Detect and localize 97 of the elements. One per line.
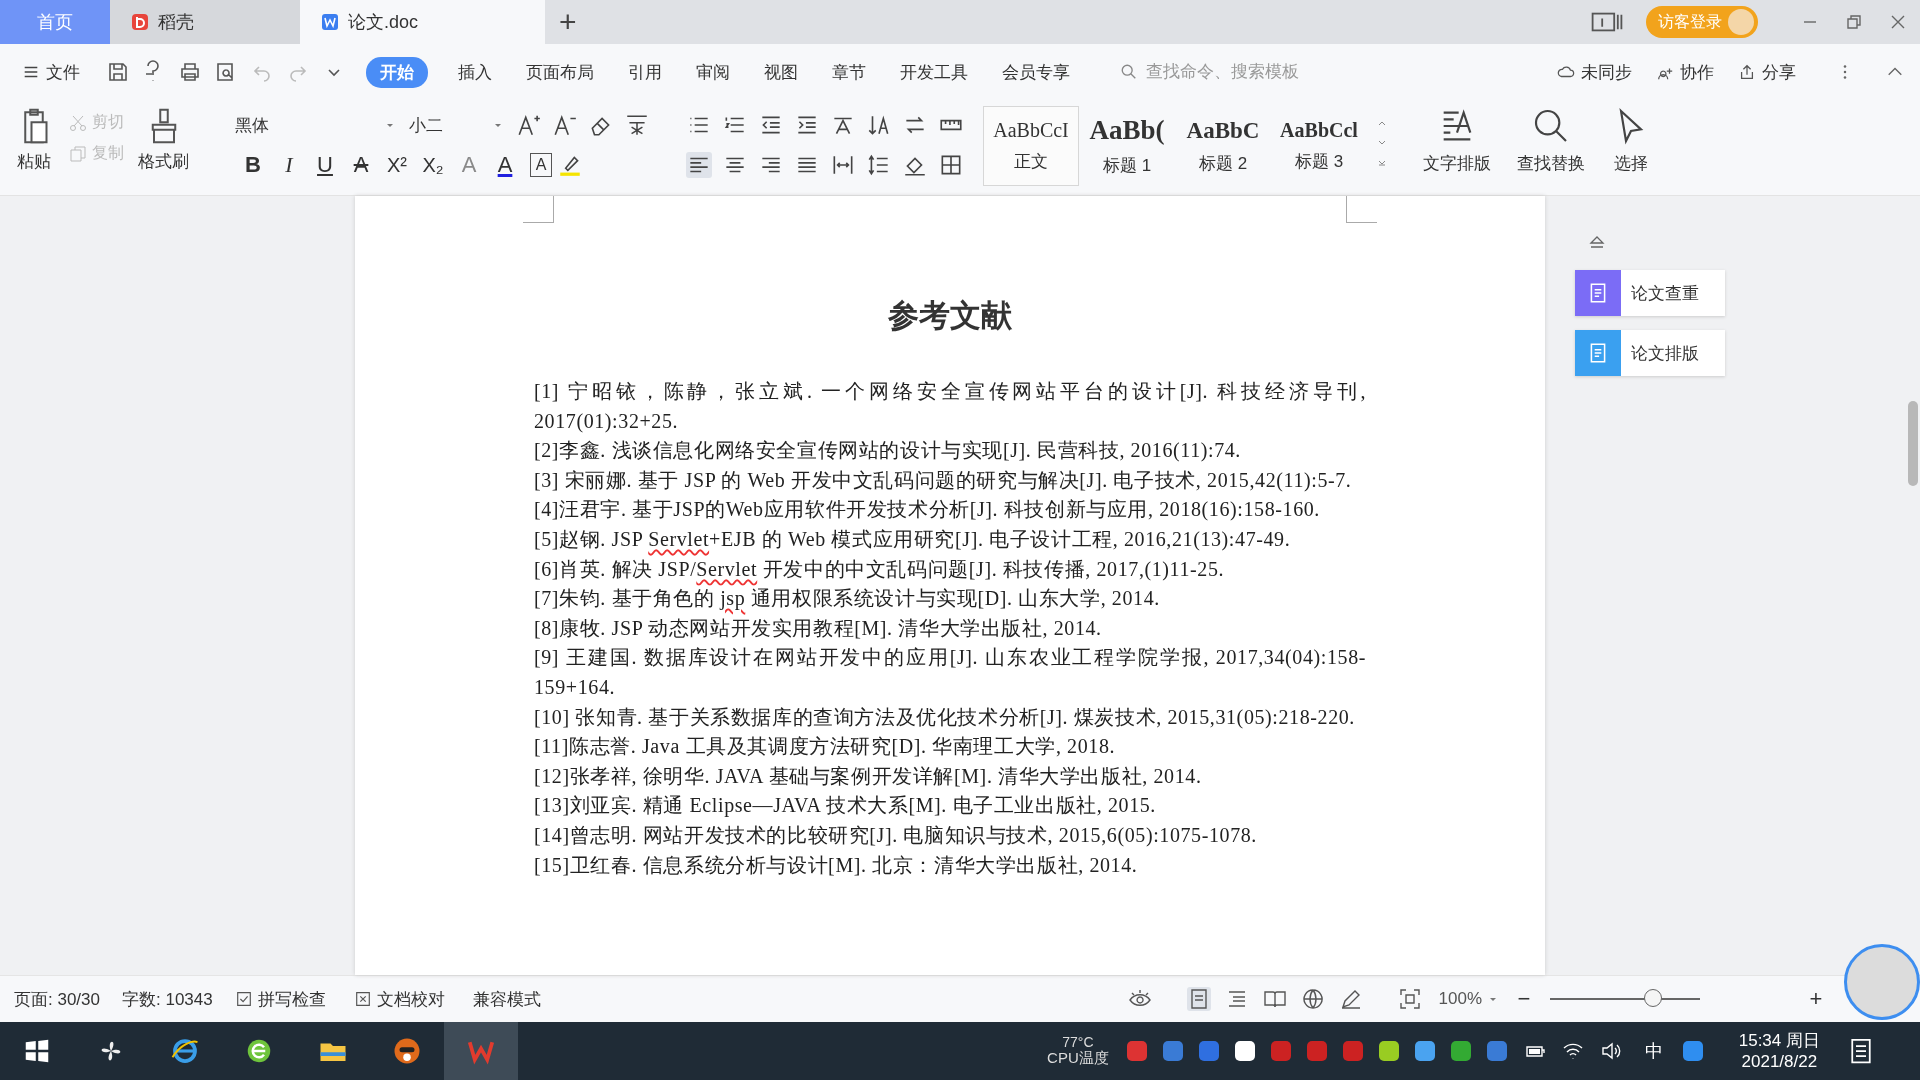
font-format-button[interactable]: A bbox=[487, 152, 523, 178]
font-format-button[interactable]: U bbox=[307, 152, 343, 178]
align-left-icon[interactable] bbox=[686, 152, 712, 178]
reference-entry: [12]张孝祥, 徐明华. JAVA 基础与案例开发详解[M]. 清华大学出版社, 2014. bbox=[534, 763, 1203, 789]
format-painter-button[interactable]: 格式刷 bbox=[138, 106, 189, 173]
crop-mark bbox=[523, 196, 554, 223]
ribbon-tab[interactable]: 引用 bbox=[614, 56, 676, 88]
zoom-dropdown[interactable]: 100% bbox=[1438, 989, 1498, 1009]
paste-button[interactable]: 粘贴 bbox=[14, 106, 54, 173]
style-name: 标题 2 bbox=[1198, 152, 1248, 175]
clock[interactable]: 15:34 周日 2021/8/22 bbox=[1738, 1029, 1820, 1073]
layout-icon[interactable] bbox=[1590, 10, 1624, 34]
save-icon[interactable] bbox=[106, 60, 130, 84]
style-name: 正文 bbox=[1014, 151, 1048, 173]
page-count: 页面: 30/30 bbox=[14, 988, 100, 1011]
avatar-icon bbox=[1728, 9, 1754, 35]
file-menu-button[interactable]: 文件 bbox=[22, 60, 80, 84]
reference-entry: [5]赵钢. JSP Servlet+EJB 的 Web 模式应用研究[J]. 电子设计工程, 2016,21(13):47-49. bbox=[534, 526, 1292, 553]
reference-entry: [8]康牧. JSP 动态网站开发实用教程[M]. 清华大学出版社, 2014. bbox=[534, 615, 1103, 641]
document-tab[interactable]: 论文.doc bbox=[300, 0, 545, 44]
style-preset-button[interactable]: AaBbCcl 标题 3 bbox=[1271, 106, 1367, 186]
document-heading: 参考文献 bbox=[888, 297, 1012, 334]
writer-logo-icon bbox=[320, 12, 340, 32]
style-name: 标题 1 bbox=[1102, 155, 1152, 177]
font-format-button[interactable]: A bbox=[343, 152, 379, 178]
copy-icon bbox=[68, 143, 88, 164]
style-preview: AaBbCcI bbox=[993, 119, 1069, 142]
zoom-out-button[interactable]: − bbox=[1514, 986, 1534, 1012]
font-name-dropdown[interactable]: 黑体 bbox=[235, 113, 401, 137]
reference-entry: [10] 张知青. 基于关系数据库的查询方法及优化技术分析[J]. 煤炭技术, 2015,31(05):218-220. bbox=[534, 704, 1356, 731]
reference-entry: [7]朱钧. 基于角色的 jsp 通用权限系统设计与实现[D]. 山东大学, 2014. bbox=[534, 586, 1161, 612]
restore-icon[interactable] bbox=[1844, 12, 1864, 32]
reference-entry: [13]刘亚宾. 精通 Eclipse—JAVA 技术大系[M]. 电子工业出版社, 2015. bbox=[534, 793, 1157, 819]
command-search-field[interactable]: 查找命令、搜索模板 bbox=[1120, 61, 1350, 83]
browser-icon[interactable] bbox=[170, 1036, 200, 1066]
tray-app-icon[interactable] bbox=[1234, 1041, 1255, 1061]
cpu-temperature: 77°C bbox=[1062, 1035, 1094, 1051]
style-name: 标题 3 bbox=[1294, 151, 1344, 173]
ribbon-tab[interactable]: 会员专享 bbox=[988, 56, 1084, 88]
page-view-icon[interactable] bbox=[1186, 987, 1211, 1011]
search-icon bbox=[1120, 63, 1138, 81]
font-format-button[interactable]: X² bbox=[379, 153, 415, 177]
proofread-button[interactable]: 文档校对 bbox=[353, 987, 445, 1011]
ribbon-tool-button[interactable]: 文字排版 bbox=[1423, 106, 1491, 175]
reference-entry: [15]卫红春. 信息系统分析与设计[M]. 北京：清华大学出版社, 2014. bbox=[534, 852, 1139, 878]
checkbox-tick-icon bbox=[234, 990, 253, 1008]
ribbon-tab[interactable]: 视图 bbox=[750, 56, 812, 88]
style-preset-button[interactable]: AaBbC 标题 2 bbox=[1175, 106, 1271, 186]
toolbar-action-button[interactable]: 未同步 bbox=[1557, 60, 1632, 84]
docer-logo-icon bbox=[130, 12, 150, 32]
ribbon-tab[interactable]: 页面布局 bbox=[512, 56, 608, 88]
font-format-button[interactable]: B bbox=[235, 152, 271, 178]
zoom-in-button[interactable]: + bbox=[1806, 986, 1826, 1012]
style-preview: AaBbCcl bbox=[1280, 119, 1358, 142]
side-panel-button[interactable]: 论文查重 bbox=[1575, 270, 1725, 316]
scrollbar-thumb[interactable] bbox=[1908, 401, 1918, 486]
ribbon-tab[interactable]: 审阅 bbox=[682, 56, 744, 88]
reference-entry: [2]李鑫. 浅谈信息化网络安全宣传网站的设计与实现[J]. 民营科技, 2016(11):74. bbox=[534, 438, 1242, 464]
word-count: 字数: 10343 bbox=[122, 988, 213, 1011]
font-format-button[interactable]: I bbox=[271, 152, 307, 178]
search-app-icon[interactable] bbox=[1682, 1041, 1703, 1061]
font-size-dropdown[interactable]: 小二 bbox=[401, 113, 503, 137]
box-cross-icon bbox=[353, 990, 372, 1008]
new-tab-button[interactable]: + bbox=[559, 5, 577, 39]
font-format-button[interactable]: A bbox=[530, 153, 552, 177]
globe-icon[interactable] bbox=[1300, 987, 1325, 1011]
reference-entry: [1] 宁昭铱，陈静，张立斌. 一个网络安全宣传网站平台的设计[J]. 科技经济导刊, 2017(01):32+25. bbox=[534, 379, 1366, 435]
ribbon-tab[interactable]: 插入 bbox=[444, 56, 506, 88]
ribbon-tool-button[interactable]: 查找替换 bbox=[1517, 106, 1585, 175]
style-preset-button[interactable]: AaBb( 标题 1 bbox=[1079, 106, 1175, 186]
cpu-temperature-label: CPU温度 bbox=[1047, 1050, 1109, 1067]
toolbar-action-button[interactable]: 分享 bbox=[1738, 60, 1796, 84]
ribbon-tool-button[interactable]: 选择 bbox=[1611, 106, 1651, 175]
document-tab[interactable]: 稻壳 bbox=[110, 0, 300, 44]
font-format-button[interactable]: X₂ bbox=[415, 153, 451, 177]
style-preset-button[interactable]: AaBbCcI 正文 bbox=[983, 106, 1079, 186]
style-preview: AaBbC bbox=[1186, 117, 1260, 144]
input-method-indicator[interactable]: 中 bbox=[1644, 1039, 1663, 1063]
compatibility-mode: 兼容模式 bbox=[472, 988, 541, 1011]
toolbar-action-button[interactable]: 协作 bbox=[1656, 60, 1714, 84]
tray-app-icon[interactable] bbox=[1378, 1041, 1399, 1061]
reference-entry: [11]陈志誉. Java 工具及其调度方法研究[D]. 华南理工大学, 2018. bbox=[534, 734, 1117, 760]
reference-entry: [6]肖英. 解决 JSP/Servlet 开发中的中文乱码问题[J]. 科技传播, 2017,(1)11-25. bbox=[534, 556, 1226, 583]
reference-entry: [14]曾志明. 网站开发技术的比较研究[J]. 电脑知识与技术, 2015,6(05):1075-1078. bbox=[534, 822, 1258, 849]
ribbon-tab[interactable]: 章节 bbox=[818, 56, 880, 88]
share-icon bbox=[1738, 63, 1756, 81]
spell-check-button[interactable]: 拼写检查 bbox=[234, 987, 326, 1011]
ribbon-tab[interactable]: 开发工具 bbox=[886, 56, 982, 88]
reference-entry: [9] 王建国. 数据库设计在网站开发中的应用[J]. 山东农业工程学院学报, 2017,34(04):158-159+164. bbox=[534, 645, 1366, 700]
side-panel-button[interactable]: 论文排版 bbox=[1575, 330, 1725, 376]
reference-entry: [3] 宋丽娜. 基于 JSP 的 Web 开发中文乱码问题的研究与解决[J]. 电子技术, 2015,42(11):5-7. bbox=[534, 467, 1353, 493]
reference-entry: [4]汪君宇. 基于JSP的Web应用软件开发技术分析[J]. 科技创新与应用, 2018(16):158-160. bbox=[534, 497, 1321, 523]
fit-page-icon[interactable] bbox=[1397, 987, 1422, 1011]
style-preview: AaBb( bbox=[1089, 115, 1165, 146]
crop-mark bbox=[1346, 196, 1377, 223]
zoom-slider-thumb[interactable] bbox=[1643, 989, 1662, 1007]
print-icon[interactable] bbox=[178, 60, 202, 84]
